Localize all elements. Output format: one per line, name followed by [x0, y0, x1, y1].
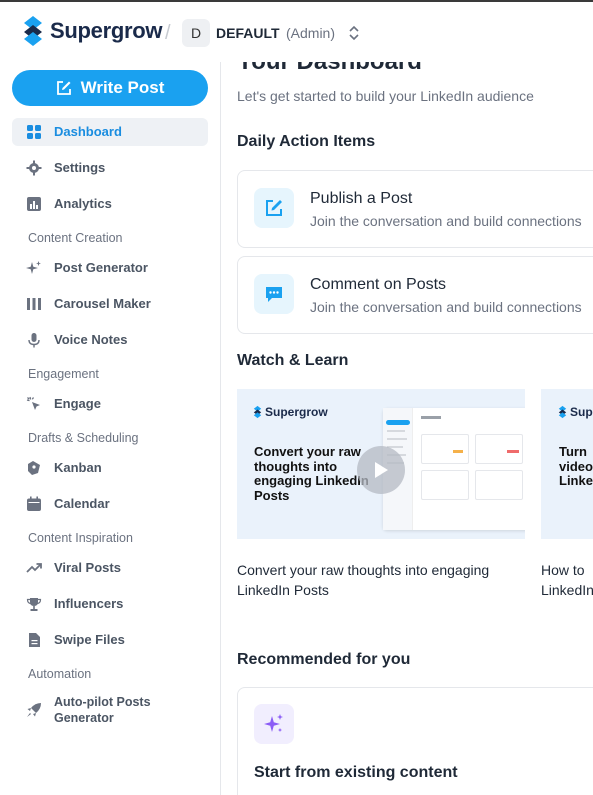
section-content-inspiration: Content Inspiration [28, 531, 133, 545]
video-card-1[interactable]: Supergrow Convert your raw thoughts into… [237, 389, 525, 539]
chat-icon [266, 287, 282, 302]
sidebar-item-analytics[interactable]: Analytics [12, 190, 208, 218]
section-engagement: Engagement [28, 367, 99, 381]
write-post-label: Write Post [80, 78, 165, 97]
sidebar-item-voice-notes[interactable]: Voice Notes [12, 326, 208, 354]
sidebar: Write Post Dashboard Settings Analytics … [0, 62, 221, 795]
main-content: Your Dashboard Let's get started to buil… [221, 62, 593, 795]
sidebar-item-swipe-files[interactable]: Swipe Files [12, 626, 208, 654]
dashboard-icon [27, 125, 41, 139]
sidebar-item-label: Dashboard [54, 124, 122, 139]
sidebar-item-label: Analytics [54, 196, 112, 211]
sidebar-item-engage[interactable]: Engage [12, 390, 208, 418]
recommended-card-title: Start from existing content [254, 764, 458, 781]
sparkle-icon [264, 714, 283, 732]
section-drafts-scheduling: Drafts & Scheduling [28, 431, 139, 445]
brand-name: Supergrow [50, 18, 163, 43]
video-brand-name: Supergrow [265, 405, 328, 419]
page-title: Your Dashboard [237, 62, 422, 76]
recommended-card[interactable]: Start from existing content [237, 687, 593, 795]
microphone-icon [28, 333, 40, 348]
video-thumb-text: Convert your raw thoughts into engaging … [254, 444, 369, 503]
watch-learn-heading: Watch & Learn [237, 352, 349, 369]
play-icon[interactable] [357, 446, 405, 494]
supergrow-logo-icon [253, 405, 262, 419]
video-brand: Supergrow [253, 405, 328, 419]
publish-icon-box [254, 188, 294, 228]
carousel-icon [27, 298, 41, 310]
breadcrumb-separator: / [165, 22, 171, 44]
workspace-role: (Admin) [286, 25, 336, 41]
sidebar-item-kanban[interactable]: Kanban [12, 454, 208, 482]
workspace-name[interactable]: DEFAULT [216, 25, 280, 41]
write-post-button[interactable]: Write Post [12, 70, 208, 106]
edit-icon [266, 200, 282, 216]
sidebar-item-autopilot[interactable]: Auto-pilot Posts Generator [12, 692, 208, 728]
sidebar-item-label: Auto-pilot Posts Generator [54, 694, 151, 726]
file-icon [29, 633, 40, 647]
sidebar-item-viral-posts[interactable]: Viral Posts [12, 554, 208, 582]
action-card-desc: Join the conversation and build connecti… [310, 213, 582, 229]
autopilot-label-line1: Auto-pilot Posts [54, 695, 151, 709]
video-caption-1[interactable]: Convert your raw thoughts into engaging L… [237, 560, 522, 600]
sidebar-item-label: Engage [54, 396, 101, 411]
bar-chart-icon [27, 197, 41, 211]
sidebar-item-post-generator[interactable]: Post Generator [12, 254, 208, 282]
sidebar-item-carousel-maker[interactable]: Carousel Maker [12, 290, 208, 318]
action-card-title: Publish a Post [310, 190, 413, 207]
sidebar-item-dashboard[interactable]: Dashboard [12, 118, 208, 146]
trophy-icon [26, 598, 42, 611]
video-card-2[interactable]: Supe Turn video Linke [541, 389, 593, 539]
sidebar-item-label: Swipe Files [54, 632, 125, 647]
section-automation: Automation [28, 667, 92, 681]
action-card-desc: Join the conversation and build connecti… [310, 299, 582, 315]
supergrow-logo-icon [24, 16, 42, 46]
video-caption-line: LinkedIn [541, 582, 593, 598]
sidebar-item-label: Settings [54, 160, 106, 175]
action-card-comment[interactable]: Comment on Posts Join the conversation a… [237, 256, 593, 334]
kanban-icon [28, 461, 40, 475]
top-header: Supergrow / D DEFAULT (Admin) [0, 2, 593, 62]
action-card-publish[interactable]: Publish a Post Join the conversation and… [237, 170, 593, 248]
comment-icon-box [254, 274, 294, 314]
cursor-click-icon [26, 396, 40, 410]
sidebar-item-label: Post Generator [54, 260, 148, 275]
autopilot-label-line2: Generator [54, 711, 114, 725]
supergrow-logo-icon [558, 405, 567, 419]
action-card-title: Comment on Posts [310, 276, 447, 293]
brand-logo[interactable]: Supergrow [22, 16, 163, 46]
sidebar-item-label: Carousel Maker [54, 296, 151, 311]
video-caption-line: How to [541, 562, 585, 578]
sidebar-item-label: Voice Notes [54, 332, 128, 347]
sidebar-item-influencers[interactable]: Influencers [12, 590, 208, 618]
sidebar-item-calendar[interactable]: Calendar [12, 490, 208, 518]
reco-icon-box [254, 704, 294, 744]
page-subtitle: Let's get started to build your LinkedIn… [237, 88, 534, 104]
video-caption-line: Convert your raw thoughts into engaging [237, 562, 490, 578]
sidebar-item-label: Influencers [54, 596, 124, 611]
sidebar-item-settings[interactable]: Settings [12, 154, 208, 182]
gear-icon [26, 160, 42, 176]
workspace-avatar[interactable]: D [182, 19, 210, 47]
recommended-heading: Recommended for you [237, 651, 411, 668]
daily-action-heading: Daily Action Items [237, 133, 376, 150]
video-caption-line: LinkedIn Posts [237, 582, 329, 598]
rocket-icon [27, 703, 41, 717]
trending-up-icon [26, 563, 42, 573]
video-brand: Supe [558, 405, 593, 419]
sidebar-item-label: Viral Posts [54, 560, 121, 575]
sidebar-item-label: Calendar [54, 496, 110, 511]
sparkle-icon [26, 261, 41, 274]
sidebar-item-label: Kanban [54, 460, 102, 475]
video-thumb-text: Turn video Linke [559, 444, 593, 488]
edit-icon [56, 81, 71, 95]
calendar-icon [27, 496, 41, 511]
chevron-up-down-icon[interactable] [348, 24, 360, 42]
video-brand-name: Supe [570, 405, 593, 419]
section-content-creation: Content Creation [28, 231, 123, 245]
video-caption-2[interactable]: How to LinkedIn [541, 560, 593, 600]
